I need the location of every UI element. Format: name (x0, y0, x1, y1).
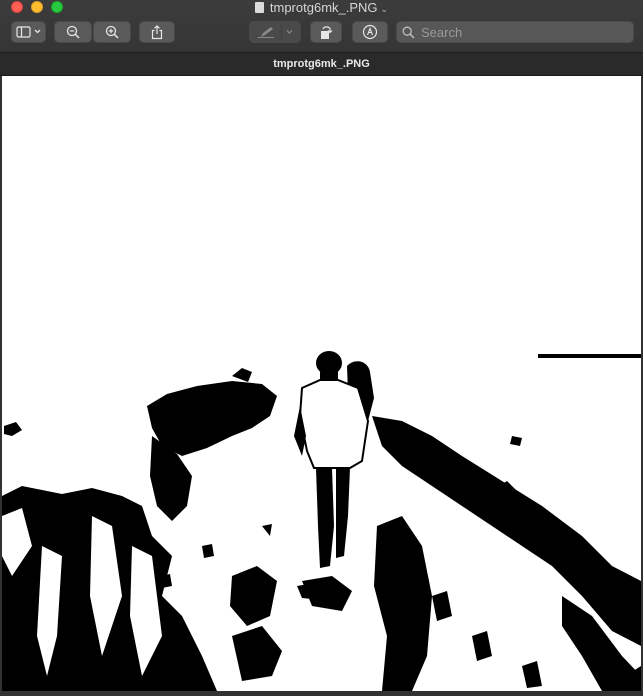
sidebar-icon (15, 26, 40, 38)
image-canvas (2, 76, 641, 691)
chevron-down-icon: ⌄ (380, 4, 389, 14)
document-tab-label: tmprotg6mk_.PNG (273, 58, 370, 70)
rotate-icon (321, 25, 333, 39)
markup-toolbar-button[interactable] (352, 21, 388, 43)
pen-icon (258, 25, 293, 39)
search-field[interactable] (396, 21, 634, 43)
document-tab: tmprotg6mk_.PNG (0, 52, 643, 76)
share-icon (151, 24, 163, 39)
zoom-out-button[interactable] (54, 21, 92, 43)
preview-window: tmprotg6mk_.PNG ⌄ Search tmprotg6mk_.PNG (0, 0, 643, 696)
zoom-in-icon (105, 25, 119, 39)
window-title-text: tmprotg6mk_.PNG (269, 0, 378, 15)
zoom-in-button[interactable] (93, 21, 131, 43)
toolbar: tmprotg6mk_.PNG ⌄ (0, 0, 643, 52)
markup-pen-button[interactable] (249, 21, 301, 43)
rotate-button[interactable] (310, 21, 342, 43)
bw-photo-image (2, 76, 641, 691)
share-button[interactable] (139, 21, 175, 43)
sidebar-toggle-button[interactable] (11, 21, 46, 43)
markup-circle-icon (362, 24, 378, 40)
document-icon (254, 2, 264, 13)
search-input[interactable] (419, 23, 623, 41)
window-title[interactable]: tmprotg6mk_.PNG ⌄ (0, 0, 643, 16)
search-icon (402, 26, 415, 39)
zoom-out-icon (66, 25, 80, 39)
